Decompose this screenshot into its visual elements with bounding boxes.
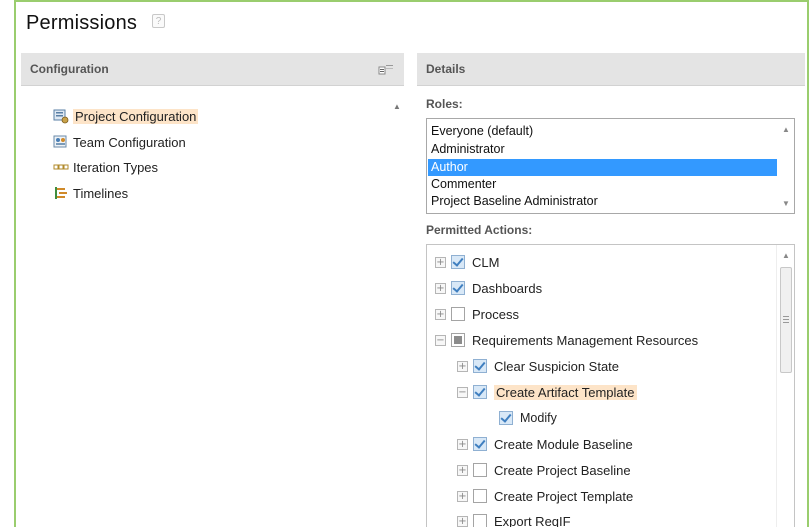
roles-listbox[interactable]: Everyone (default) Administrator Author …: [426, 118, 795, 214]
scroll-down-icon[interactable]: ▼: [782, 199, 790, 208]
configuration-header-label: Configuration: [30, 62, 109, 76]
action-row-create-artifact-template[interactable]: − Create Artifact Template: [457, 382, 637, 402]
tree-item-project-configuration[interactable]: Project Configuration: [53, 106, 199, 126]
checkbox-checked[interactable]: [473, 385, 487, 399]
expand-icon[interactable]: +: [457, 360, 468, 372]
roles-scrollbar[interactable]: ▲ ▼: [777, 119, 794, 213]
scroll-up-icon[interactable]: ▲: [393, 102, 401, 111]
action-label: Create Project Baseline: [494, 462, 631, 478]
action-label: Export ReqIF: [494, 513, 571, 527]
permitted-actions-label: Permitted Actions:: [426, 223, 533, 237]
checkbox-checked[interactable]: [473, 437, 487, 451]
details-header: Details: [417, 53, 805, 86]
tree-item-team-configuration[interactable]: Team Configuration: [53, 132, 186, 152]
action-row-export-reqif[interactable]: + Export ReqIF: [457, 511, 571, 527]
expand-icon[interactable]: +: [457, 464, 468, 476]
checkbox-unchecked[interactable]: [473, 463, 487, 477]
expand-icon[interactable]: +: [435, 256, 446, 268]
roles-label: Roles:: [426, 97, 463, 111]
role-option-selected[interactable]: Author: [428, 159, 778, 176]
page-title: Permissions: [26, 12, 138, 34]
expand-icon[interactable]: +: [457, 438, 468, 450]
scroll-up-icon[interactable]: ▲: [782, 251, 790, 260]
role-option[interactable]: Project Baseline Administrator: [428, 193, 778, 210]
thumb-grip: [783, 319, 789, 320]
thumb-grip: [783, 322, 789, 323]
collapse-icon[interactable]: −: [457, 386, 468, 398]
scrollbar-thumb[interactable]: [780, 267, 792, 373]
action-label: Create Module Baseline: [494, 436, 633, 452]
action-label: Modify: [520, 411, 557, 425]
expand-icon[interactable]: +: [435, 308, 446, 320]
role-option[interactable]: Administrator: [428, 141, 778, 158]
action-row-dashboards[interactable]: + Dashboards: [435, 278, 542, 298]
actions-scrollbar[interactable]: ▲: [776, 245, 794, 527]
role-option[interactable]: Commenter: [428, 176, 778, 193]
expand-icon[interactable]: +: [435, 282, 446, 294]
tree-item-label: Iteration Types: [73, 159, 159, 175]
timelines-icon: [55, 187, 67, 199]
thumb-grip: [783, 316, 789, 317]
collapse-icon[interactable]: −: [435, 334, 446, 346]
checkbox-checked[interactable]: [473, 359, 487, 373]
checkbox-unchecked[interactable]: [451, 307, 465, 321]
checkbox-partial[interactable]: [451, 333, 465, 347]
panel-settings-icon[interactable]: [378, 63, 394, 75]
checkbox-checked[interactable]: [499, 411, 513, 425]
details-header-label: Details: [426, 62, 466, 76]
checkbox-checked[interactable]: [451, 281, 465, 295]
configuration-header: Configuration: [21, 53, 404, 86]
tree-item-label: Project Configuration: [73, 108, 199, 124]
project-config-icon: [53, 109, 69, 124]
expand-icon[interactable]: +: [457, 515, 468, 527]
role-option[interactable]: Everyone (default): [428, 123, 778, 140]
action-row-clm[interactable]: + CLM: [435, 252, 499, 272]
iteration-types-icon: [53, 164, 69, 170]
help-icon[interactable]: ?: [152, 14, 165, 28]
tree-item-timelines[interactable]: Timelines: [53, 183, 128, 203]
action-label: Create Project Template: [494, 488, 634, 504]
checkbox-checked[interactable]: [451, 255, 465, 269]
team-config-icon: [53, 135, 67, 148]
action-label: Process: [472, 306, 519, 322]
action-row-create-module-baseline[interactable]: + Create Module Baseline: [457, 434, 633, 454]
action-row-create-project-baseline[interactable]: + Create Project Baseline: [457, 460, 631, 480]
action-label: CLM: [472, 254, 500, 270]
action-label: Create Artifact Template: [494, 384, 637, 400]
action-row-process[interactable]: + Process: [435, 304, 519, 324]
tree-item-iteration-types[interactable]: Iteration Types: [53, 157, 158, 177]
expand-icon[interactable]: +: [457, 490, 468, 502]
action-row-clear-suspicion-state[interactable]: + Clear Suspicion State: [457, 356, 619, 376]
checkbox-unchecked[interactable]: [473, 514, 487, 527]
action-row-create-project-template[interactable]: + Create Project Template: [457, 486, 633, 506]
action-row-modify[interactable]: Modify: [499, 408, 557, 428]
permitted-actions-tree[interactable]: ▲ + CLM + Dashboards + Process − Require…: [426, 244, 795, 527]
tree-item-label: Timelines: [73, 185, 129, 201]
tree-item-label: Team Configuration: [73, 134, 186, 150]
action-row-requirements-management-resources[interactable]: − Requirements Management Resources: [435, 330, 698, 350]
scroll-up-icon[interactable]: ▲: [782, 125, 790, 134]
action-label: Clear Suspicion State: [494, 358, 620, 374]
action-label: Requirements Management Resources: [472, 332, 699, 348]
action-label: Dashboards: [472, 280, 543, 296]
checkbox-unchecked[interactable]: [473, 489, 487, 503]
